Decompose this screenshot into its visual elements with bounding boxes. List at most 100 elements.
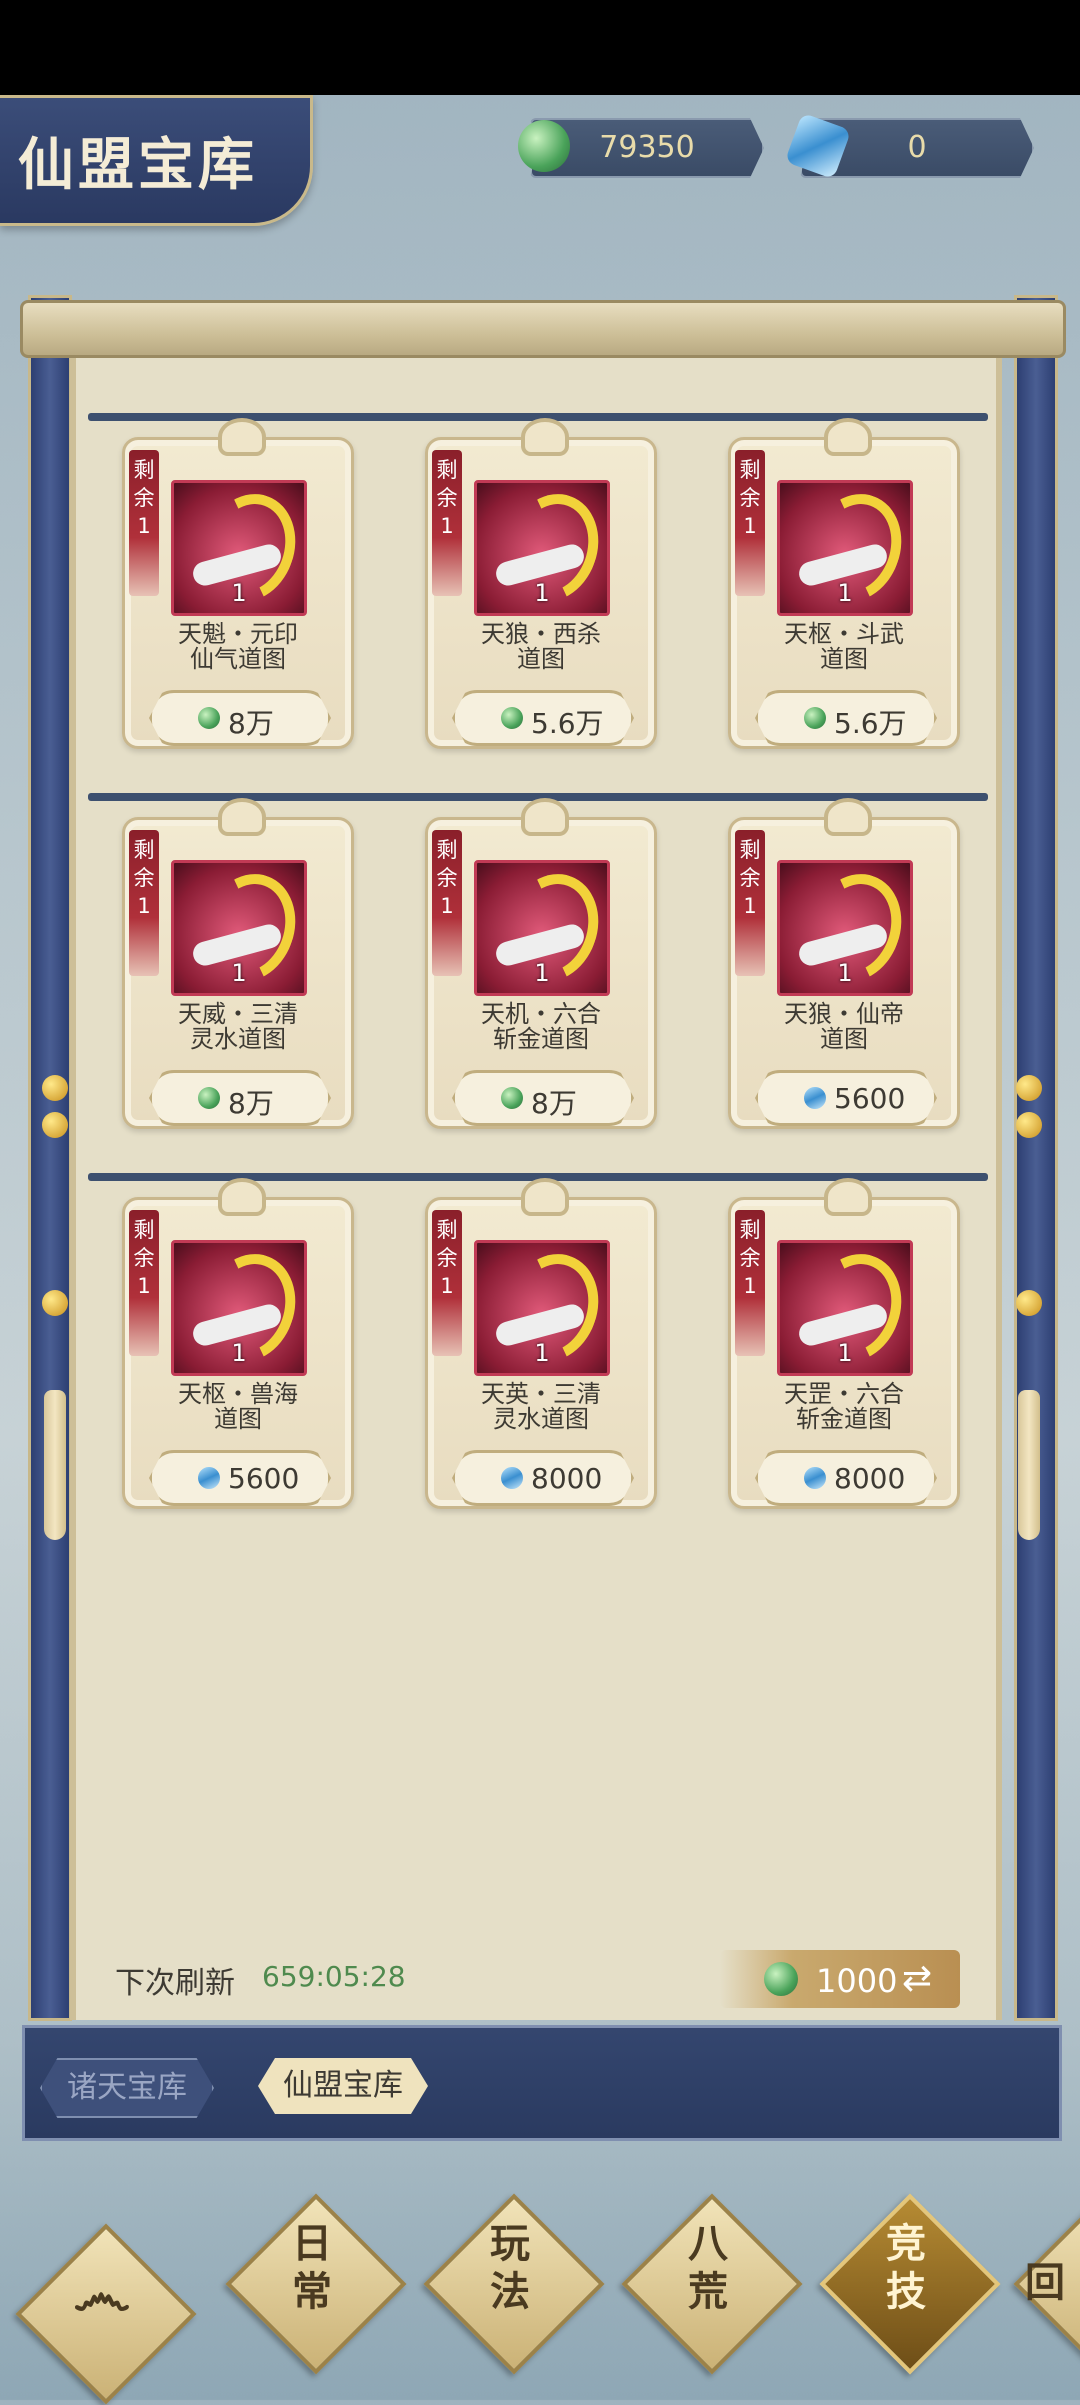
price-button[interactable]: 8000 [755, 1450, 937, 1506]
tab-zhutian-treasury[interactable]: 诸天宝库 [40, 2058, 214, 2118]
shop-item-card[interactable]: 剩余 1 1 天魁・元印 仙气道图 8万 [122, 418, 354, 749]
remain-count: 1 [440, 894, 454, 918]
price-button[interactable]: 8万 [149, 690, 331, 746]
remain-badge: 剩余 1 [735, 1210, 765, 1356]
scroll-side-left [28, 295, 72, 2021]
crystal-icon [800, 1083, 830, 1113]
knot-decoration [824, 418, 872, 456]
remain-badge: 剩余 1 [735, 450, 765, 596]
item-name-line1: 天魁・元印 [178, 620, 298, 648]
price-value: 8000 [531, 1462, 603, 1495]
item-count: 1 [837, 1339, 853, 1367]
shop-item-card[interactable]: 剩余 1 1 天英・三清 灵水道图 8000 [425, 1178, 657, 1509]
shop-item-card[interactable]: 剩余 1 1 天狼・西杀 道图 5.6万 [425, 418, 657, 749]
price-button[interactable]: 8万 [149, 1070, 331, 1126]
item-count: 1 [231, 1339, 247, 1367]
shop-item-card[interactable]: 剩余 1 1 天威・三清 灵水道图 8万 [122, 798, 354, 1129]
item-image: 1 [777, 860, 913, 996]
knot-decoration [218, 798, 266, 836]
crystal-icon [194, 1463, 224, 1493]
item-name: 天罡・六合 斩金道图 [731, 1382, 957, 1432]
knot-decoration [824, 1178, 872, 1216]
remain-label: 剩余 [436, 838, 458, 890]
item-count: 1 [534, 959, 550, 987]
remain-badge: 剩余 1 [735, 830, 765, 976]
refresh-cost: 1000 [816, 1962, 898, 2000]
remain-label: 剩余 [739, 838, 761, 890]
price-button[interactable]: 8万 [452, 1070, 634, 1126]
item-image: 1 [171, 480, 307, 616]
knot-decoration [218, 418, 266, 456]
nav-gameplay-label: 玩 法 [490, 2220, 530, 2315]
item-name-line2: 道图 [820, 1025, 868, 1053]
knot-decoration [521, 798, 569, 836]
ornament-bead [42, 1290, 68, 1316]
shop-item-card[interactable]: 剩余 1 1 天狼・仙帝 道图 5600 [728, 798, 960, 1129]
item-image: 1 [171, 1240, 307, 1376]
price-button[interactable]: 5600 [149, 1450, 331, 1506]
item-name-line2: 道图 [517, 645, 565, 673]
price-value: 5600 [228, 1462, 300, 1495]
remain-badge: 剩余 1 [432, 1210, 462, 1356]
price-button[interactable]: 8000 [452, 1450, 634, 1506]
jade-icon [764, 1962, 798, 1996]
item-name: 天机・六合 斩金道图 [428, 1002, 654, 1052]
item-name-line1: 天枢・斗武 [784, 620, 904, 648]
item-name-line1: 天狼・西杀 [481, 620, 601, 648]
jade-icon [198, 1087, 220, 1109]
tassel [1018, 1390, 1040, 1540]
remain-badge: 剩余 1 [129, 1210, 159, 1356]
nav-arena-label: 竞 技 [886, 2220, 926, 2315]
refresh-icon: ⇄ [902, 1958, 933, 1999]
remain-label: 剩余 [436, 458, 458, 510]
item-image: 1 [777, 480, 913, 616]
item-name: 天枢・斗武 道图 [731, 622, 957, 672]
refresh-button[interactable]: 1000 ⇄ [720, 1950, 960, 2008]
item-name-line2: 道图 [214, 1405, 262, 1433]
price-button[interactable]: 5.6万 [755, 690, 937, 746]
item-name-line2: 斩金道图 [493, 1025, 589, 1053]
remain-label: 剩余 [739, 1218, 761, 1270]
item-count: 1 [534, 1339, 550, 1367]
shop-item-card[interactable]: 剩余 1 1 天罡・六合 斩金道图 8000 [728, 1178, 960, 1509]
nav-daily-label: 日 常 [292, 2220, 332, 2315]
item-name-line2: 灵水道图 [190, 1025, 286, 1053]
remain-count: 1 [743, 514, 757, 538]
remain-label: 剩余 [133, 838, 155, 890]
tab-xianmeng-treasury[interactable]: 仙盟宝库 [258, 2058, 428, 2114]
refresh-countdown: 659:05:28 [262, 1960, 406, 1993]
remain-count: 1 [137, 1274, 151, 1298]
price-value: 5600 [834, 1082, 906, 1115]
refresh-label: 下次刷新 [115, 1966, 235, 2001]
ornament-bead [1016, 1075, 1042, 1101]
item-name: 天狼・仙帝 道图 [731, 1002, 957, 1052]
item-name-line1: 天枢・兽海 [178, 1380, 298, 1408]
crystal-icon [800, 1463, 830, 1493]
remain-count: 1 [137, 514, 151, 538]
item-name-line2: 仙气道图 [190, 645, 286, 673]
price-value: 8000 [834, 1462, 906, 1495]
item-image: 1 [777, 1240, 913, 1376]
crystal-icon [497, 1463, 527, 1493]
remain-count: 1 [440, 1274, 454, 1298]
shop-item-card[interactable]: 剩余 1 1 天枢・斗武 道图 5.6万 [728, 418, 960, 749]
price-button[interactable]: 5.6万 [452, 690, 634, 746]
price-value: 5.6万 [834, 707, 907, 740]
price-value: 8万 [531, 1087, 577, 1120]
knot-decoration [824, 798, 872, 836]
shop-item-card[interactable]: 剩余 1 1 天枢・兽海 道图 5600 [122, 1178, 354, 1509]
item-image: 1 [474, 480, 610, 616]
price-value: 8万 [228, 707, 274, 740]
price-button[interactable]: 5600 [755, 1070, 937, 1126]
jade-icon [198, 707, 220, 729]
shop-item-card[interactable]: 剩余 1 1 天机・六合 斩金道图 8万 [425, 798, 657, 1129]
item-name-line2: 道图 [820, 645, 868, 673]
item-name: 天狼・西杀 道图 [428, 622, 654, 672]
title-plate: 仙盟宝库 [0, 95, 313, 226]
nav-more-label: 回 [1025, 2259, 1065, 2306]
remain-badge: 剩余 1 [129, 450, 159, 596]
remain-label: 剩余 [436, 1218, 458, 1270]
item-name-line1: 天英・三清 [481, 1380, 601, 1408]
item-name-line1: 天机・六合 [481, 1000, 601, 1028]
item-image: 1 [474, 1240, 610, 1376]
